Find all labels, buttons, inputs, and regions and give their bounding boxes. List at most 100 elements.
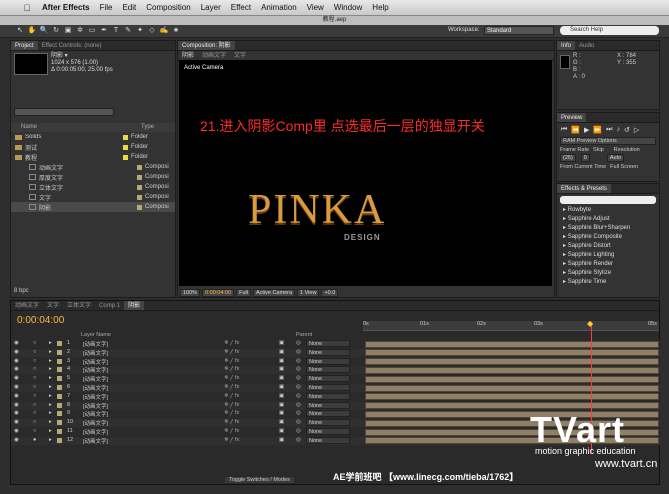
layer-switches[interactable]: ✵ ╱ fx [224,366,239,372]
project-row[interactable]: 动画文字 Composi [11,162,175,172]
parent-select[interactable]: None [306,375,350,383]
video-visibility-icon[interactable]: ◉ [14,358,19,364]
expand-triangle-icon[interactable]: ▸ [49,393,52,399]
project-row[interactable]: 阴影 Composi [11,202,175,212]
layer-switches[interactable]: ✵ ╱ fx [224,393,239,399]
timeline-tab[interactable]: 阴影 [124,301,145,310]
expand-triangle-icon[interactable]: ▸ [49,349,52,355]
tab-audio[interactable]: Audio [575,41,598,50]
first-frame-icon[interactable]: ⏮ [561,126,567,134]
col-name[interactable]: Name [21,123,37,132]
layer-switches[interactable]: ✵ ╱ fx [224,384,239,390]
menu-composition[interactable]: Composition [146,3,190,12]
pick-whip-icon[interactable]: ◎ [296,428,301,434]
solo-switch-icon[interactable]: ○ [33,366,36,372]
brush-tool-icon[interactable]: ✎ [122,26,134,36]
pick-whip-icon[interactable]: ◎ [296,366,301,372]
label-color-swatch[interactable] [123,134,128,140]
layer-switches[interactable]: ✵ ╱ fx [224,410,239,416]
pick-whip-icon[interactable]: ◎ [296,410,301,416]
pick-whip-icon[interactable]: ◎ [296,358,301,364]
parent-select[interactable]: None [306,428,350,435]
layer-switches[interactable]: ✵ ╱ fx [224,358,239,364]
expand-triangle-icon[interactable]: ▸ [49,402,52,408]
3d-layer-icon[interactable]: ▣ [279,419,284,425]
layer-name[interactable]: [动画文字] [83,428,108,436]
project-row[interactable]: 教程 Folder [11,152,175,162]
time-ruler[interactable]: 0s 01s 02s 03s 05s [363,321,659,331]
audio-icon[interactable]: ♪ [616,126,620,134]
label-color-swatch[interactable] [123,154,128,160]
from-current-checkbox[interactable]: From Current Time [560,164,606,170]
col-type[interactable]: Type [141,123,154,132]
roto-tool-icon[interactable]: ✍ [158,26,170,36]
solo-switch-icon[interactable]: ● [33,437,36,443]
expand-triangle-icon[interactable]: ▸ [49,437,52,443]
effects-search-input[interactable] [560,196,656,204]
hand-tool-icon[interactable]: ✋ [26,26,38,36]
3d-layer-icon[interactable]: ▣ [279,358,284,364]
skip-select[interactable]: 0 [580,154,590,162]
ram-preview-icon[interactable]: ▷ [634,126,639,134]
parent-select[interactable]: None [306,436,350,444]
label-color-swatch[interactable] [57,393,62,399]
menu-layer[interactable]: Layer [201,3,221,12]
app-name[interactable]: After Effects [42,3,90,12]
effect-category[interactable]: ▸ Sapphire Blur+Sharpen [557,224,659,233]
label-color-swatch[interactable] [57,358,62,364]
playhead-handle-icon[interactable]: ◆ [587,319,593,328]
expand-triangle-icon[interactable]: ▸ [49,375,52,381]
parent-select[interactable]: None [306,384,350,391]
label-color-swatch[interactable] [137,184,142,190]
video-visibility-icon[interactable]: ◉ [14,340,19,346]
last-frame-icon[interactable]: ⏭ [606,126,612,134]
camera-select[interactable]: Active Camera [252,288,296,297]
3d-layer-icon[interactable]: ▣ [279,366,284,372]
label-color-swatch[interactable] [57,429,62,434]
timeline-tab[interactable]: 动画文字 [11,301,43,310]
menu-edit[interactable]: Edit [122,3,136,12]
timeline-tab[interactable]: Comp 1 [95,301,124,310]
tab-preview[interactable]: Preview [557,113,587,122]
puppet-tool-icon[interactable]: ★ [170,26,182,36]
pick-whip-icon[interactable]: ◎ [296,375,301,381]
layer-name[interactable]: [动画文字] [83,393,108,401]
project-row[interactable]: Solids Folder [11,132,175,142]
pick-whip-icon[interactable]: ◎ [296,402,301,408]
solo-switch-icon[interactable]: ○ [33,375,36,381]
solo-switch-icon[interactable]: ○ [33,393,36,399]
effect-category[interactable]: ▸ Sapphire Distort [557,242,659,251]
pick-whip-icon[interactable]: ◎ [296,349,301,355]
layer-duration-bar[interactable] [365,340,659,348]
menu-view[interactable]: View [307,3,324,12]
label-color-swatch[interactable] [137,194,142,200]
toggle-switches-modes[interactable]: Toggle Switches / Modes [225,477,294,483]
layer-switches[interactable]: ✵ ╱ fx [224,402,239,408]
tab-info[interactable]: Info [557,41,576,50]
resolution-select[interactable]: Auto [606,154,625,162]
loop-icon[interactable]: ↺ [624,126,630,134]
effect-category[interactable]: ▸ Rowbyte [557,206,659,215]
layer-switches[interactable]: ✵ ╱ fx [224,419,239,425]
selection-tool-icon[interactable]: ↖ [14,26,26,36]
parent-select[interactable]: None [306,410,350,418]
pick-whip-icon[interactable]: ◎ [296,419,301,425]
3d-layer-icon[interactable]: ▣ [279,375,284,381]
solo-switch-icon[interactable]: ○ [33,384,36,390]
solo-switch-icon[interactable]: ○ [33,340,36,346]
layer-duration-bar[interactable] [365,384,659,392]
label-color-swatch[interactable] [137,204,142,210]
effect-category[interactable]: ▸ Sapphire Composite [557,233,659,242]
expand-triangle-icon[interactable]: ▸ [49,428,52,434]
next-frame-icon[interactable]: ⏩ [593,126,602,134]
effect-category[interactable]: ▸ Sapphire Lighting [557,251,659,260]
project-row[interactable]: 厚度文字 Composi [11,172,175,182]
view-layout-select[interactable]: 1 View [297,288,320,297]
timeline-tab[interactable]: 立体文字 [63,301,95,310]
text-tool-icon[interactable]: T [110,26,122,36]
parent-select[interactable]: None [306,401,350,409]
3d-layer-icon[interactable]: ▣ [279,349,284,355]
expand-triangle-icon[interactable]: ▸ [49,366,52,372]
tab-composition[interactable]: Composition: 阴影 [178,41,235,50]
parent-select[interactable]: None [306,357,350,365]
